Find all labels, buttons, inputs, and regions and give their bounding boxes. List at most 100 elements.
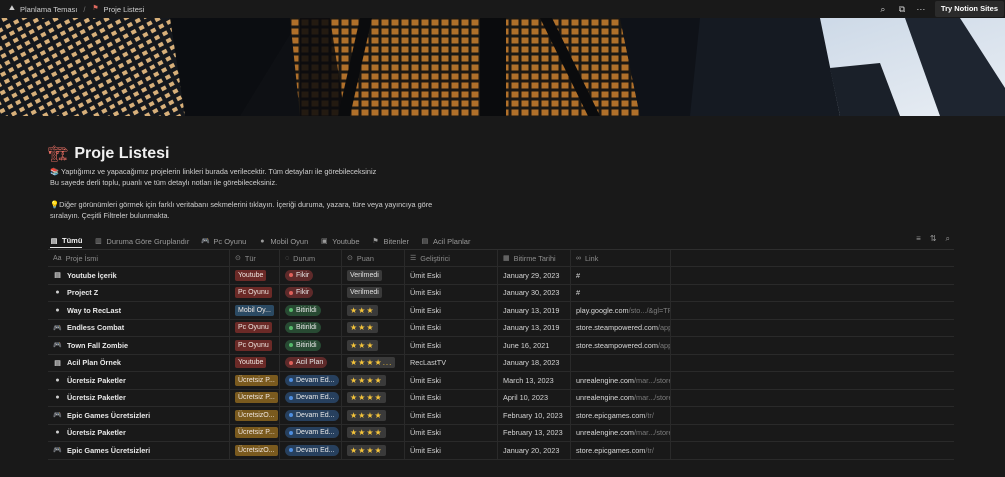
row-name[interactable]: ● Ücretsiz Paketler bbox=[48, 424, 230, 441]
row-name[interactable]: 🎮 Epic Games Ücretsizleri bbox=[48, 407, 230, 424]
row-rating[interactable]: ★★★ bbox=[342, 302, 405, 319]
row-end-date[interactable]: June 16, 2021 bbox=[498, 337, 571, 354]
breadcrumb-page[interactable]: Proje Listesi bbox=[103, 5, 144, 14]
row-status[interactable]: Fikir bbox=[280, 284, 342, 301]
row-end-date[interactable]: January 30, 2023 bbox=[498, 284, 571, 301]
table-row[interactable]: ● Way to RecLast Mobil Oy... Bitirildi ★… bbox=[48, 302, 954, 320]
row-type[interactable]: Pc Oyunu bbox=[230, 337, 280, 354]
row-developer[interactable]: Ümit Eski bbox=[405, 284, 498, 301]
row-name[interactable]: ● Ücretsiz Paketler bbox=[48, 372, 230, 389]
row-status[interactable]: Acil Plan bbox=[280, 354, 342, 371]
row-name[interactable]: 🎮 Town Fall Zombie bbox=[48, 337, 230, 354]
page-title-text[interactable]: Proje Listesi bbox=[74, 145, 169, 163]
row-developer[interactable]: Ümit Eski bbox=[405, 302, 498, 319]
row-name[interactable]: 🎮 Epic Games Ücretsizleri bbox=[48, 442, 230, 459]
row-end-date[interactable]: January 13, 2019 bbox=[498, 302, 571, 319]
row-end-date[interactable]: January 29, 2023 bbox=[498, 267, 571, 284]
row-developer[interactable]: Ümit Eski bbox=[405, 407, 498, 424]
table-row[interactable]: 🎮 Epic Games Ücretsizleri ÜcretsizO... D… bbox=[48, 407, 954, 425]
row-type[interactable]: Pc Oyunu bbox=[230, 319, 280, 336]
row-end-date[interactable]: February 10, 2023 bbox=[498, 407, 571, 424]
row-rating[interactable]: ★★★★ bbox=[342, 442, 405, 459]
row-type[interactable]: Pc Oyunu bbox=[230, 284, 280, 301]
row-developer[interactable]: Ümit Eski bbox=[405, 267, 498, 284]
row-type[interactable]: ÜcretsizO... bbox=[230, 407, 280, 424]
row-type[interactable]: Ücretsiz P... bbox=[230, 389, 280, 406]
view-tab-5[interactable]: ⚑ Bitenler bbox=[372, 234, 409, 248]
row-name[interactable]: ● Ücretsiz Paketler bbox=[48, 389, 230, 406]
row-link[interactable]: # bbox=[571, 284, 671, 301]
view-tab-0[interactable]: ▤ Tümü bbox=[50, 234, 83, 248]
row-developer[interactable]: Ümit Eski bbox=[405, 372, 498, 389]
row-end-date[interactable]: April 10, 2023 bbox=[498, 389, 571, 406]
view-tab-3[interactable]: ● Mobil Oyun bbox=[258, 234, 308, 248]
row-name[interactable]: ▤ Youtube İçerik bbox=[48, 267, 230, 284]
row-link[interactable]: store.steampowered.com/app bbox=[571, 337, 671, 354]
row-end-date[interactable]: March 13, 2023 bbox=[498, 372, 571, 389]
row-developer[interactable]: Ümit Eski bbox=[405, 319, 498, 336]
table-row[interactable]: 🎮 Epic Games Ücretsizleri ÜcretsizO... D… bbox=[48, 442, 954, 460]
column-rating[interactable]: ⊙ Puan bbox=[342, 250, 405, 266]
row-rating[interactable]: Verilmedi bbox=[342, 284, 405, 301]
try-notion-sites-button[interactable]: Try Notion Sites bbox=[934, 1, 1004, 17]
crane-icon[interactable]: 🏗 bbox=[48, 144, 68, 164]
row-developer[interactable]: Ümit Eski bbox=[405, 442, 498, 459]
row-rating[interactable]: Verilmedi bbox=[342, 267, 405, 284]
column-developer[interactable]: ☰ Geliştirici bbox=[405, 250, 498, 266]
row-type[interactable]: Youtube bbox=[230, 354, 280, 371]
row-end-date[interactable]: January 18, 2023 bbox=[498, 354, 571, 371]
row-end-date[interactable]: February 13, 2023 bbox=[498, 424, 571, 441]
row-link[interactable]: unrealengine.com/mar.../store bbox=[571, 372, 671, 389]
search-icon[interactable]: ⌕ bbox=[878, 4, 888, 15]
row-type[interactable]: Ücretsiz P... bbox=[230, 372, 280, 389]
row-status[interactable]: Devam Ed... bbox=[280, 407, 342, 424]
column-link[interactable]: ∞ Link bbox=[571, 250, 671, 266]
row-rating[interactable]: ★★★ bbox=[342, 319, 405, 336]
row-type[interactable]: Mobil Oy... bbox=[230, 302, 280, 319]
row-link[interactable]: # bbox=[571, 267, 671, 284]
row-end-date[interactable]: January 20, 2023 bbox=[498, 442, 571, 459]
table-row[interactable]: 🎮 Town Fall Zombie Pc Oyunu Bitirildi ★★… bbox=[48, 337, 954, 355]
row-link[interactable]: store.epicgames.com/tr/ bbox=[571, 442, 671, 459]
row-type[interactable]: ÜcretsizO... bbox=[230, 442, 280, 459]
row-status[interactable]: Bitirildi bbox=[280, 337, 342, 354]
breadcrumb-workspace[interactable]: Planlama Teması bbox=[20, 5, 77, 14]
row-rating[interactable]: ★★★★ bbox=[342, 424, 405, 441]
column-type[interactable]: ⊙ Tür bbox=[230, 250, 280, 266]
row-developer[interactable]: Ümit Eski bbox=[405, 337, 498, 354]
table-row[interactable]: ● Project Z Pc Oyunu Fikir Verilmedi Ümi… bbox=[48, 284, 954, 302]
row-status[interactable]: Fikir bbox=[280, 267, 342, 284]
row-status[interactable]: Bitirildi bbox=[280, 302, 342, 319]
table-row[interactable]: ▤ Youtube İçerik Youtube Fikir Verilmedi… bbox=[48, 267, 954, 285]
row-developer[interactable]: RecLastTV bbox=[405, 354, 498, 371]
row-type[interactable]: Ücretsiz P... bbox=[230, 424, 280, 441]
row-developer[interactable]: Ümit Eski bbox=[405, 424, 498, 441]
table-row[interactable]: ● Ücretsiz Paketler Ücretsiz P... Devam … bbox=[48, 424, 954, 442]
row-rating[interactable]: ★★★★ bbox=[342, 407, 405, 424]
duplicate-icon[interactable]: ⧉ bbox=[897, 4, 907, 15]
view-tab-1[interactable]: ▥ Duruma Göre Gruplandır bbox=[94, 234, 189, 248]
table-row[interactable]: ▤ Acil Plan Örnek Youtube Acil Plan ★★★★… bbox=[48, 354, 954, 372]
view-tab-6[interactable]: ▤ Acil Planlar bbox=[421, 234, 471, 248]
table-row[interactable]: ● Ücretsiz Paketler Ücretsiz P... Devam … bbox=[48, 389, 954, 407]
row-link[interactable] bbox=[571, 354, 671, 371]
row-status[interactable]: Bitirildi bbox=[280, 319, 342, 336]
view-tab-4[interactable]: ▣ Youtube bbox=[320, 234, 360, 248]
row-status[interactable]: Devam Ed... bbox=[280, 372, 342, 389]
row-link[interactable]: store.epicgames.com/tr/ bbox=[571, 407, 671, 424]
row-developer[interactable]: Ümit Eski bbox=[405, 389, 498, 406]
row-status[interactable]: Devam Ed... bbox=[280, 442, 342, 459]
row-rating[interactable]: ★★★★... bbox=[342, 354, 405, 371]
row-rating[interactable]: ★★★★ bbox=[342, 372, 405, 389]
row-name[interactable]: ▤ Acil Plan Örnek bbox=[48, 354, 230, 371]
column-status[interactable]: ◌ Durum bbox=[280, 250, 342, 266]
row-type[interactable]: Youtube bbox=[230, 267, 280, 284]
column-end-date[interactable]: ▦ Bitirme Tarihi bbox=[498, 250, 571, 266]
row-end-date[interactable]: January 13, 2019 bbox=[498, 319, 571, 336]
view-tab-2[interactable]: 🎮 Pc Oyunu bbox=[201, 234, 246, 248]
table-row[interactable]: 🎮 Endless Combat Pc Oyunu Bitirildi ★★★ … bbox=[48, 319, 954, 337]
row-status[interactable]: Devam Ed... bbox=[280, 424, 342, 441]
column-name[interactable]: Aa Proje İsmi bbox=[48, 250, 230, 266]
row-status[interactable]: Devam Ed... bbox=[280, 389, 342, 406]
row-link[interactable]: play.google.com/sto.../&gl=TR bbox=[571, 302, 671, 319]
